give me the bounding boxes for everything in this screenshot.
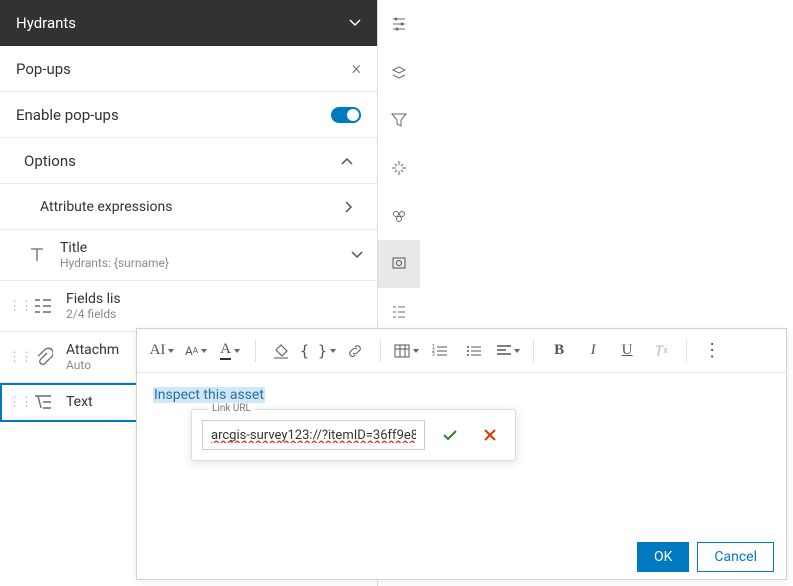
editor-toolbar: AI AA A { } 123 B I U Tx ⋮ bbox=[137, 329, 786, 373]
enable-popups-row: Enable pop-ups bbox=[0, 92, 377, 138]
text-editor-panel: AI AA A { } 123 B I U Tx ⋮ Inspect this … bbox=[136, 328, 787, 580]
divider bbox=[380, 340, 381, 362]
tb-link[interactable] bbox=[340, 336, 370, 366]
title-item[interactable]: Title Hydrants: {surname} bbox=[0, 230, 377, 281]
fields-icon bbox=[30, 297, 56, 315]
tb-strike[interactable]: Tx bbox=[646, 336, 676, 366]
tb-bulletlist[interactable] bbox=[459, 336, 489, 366]
tool-popup-config[interactable] bbox=[378, 240, 420, 288]
tool-sliders[interactable] bbox=[378, 0, 420, 48]
chevron-right-icon bbox=[345, 201, 353, 213]
link-cancel-button[interactable] bbox=[475, 420, 505, 450]
text-content-icon bbox=[30, 393, 56, 411]
tb-align[interactable] bbox=[493, 336, 523, 366]
link-url-input[interactable] bbox=[202, 420, 425, 450]
tool-cluster[interactable] bbox=[378, 192, 420, 240]
fields-item-label: Fields lis bbox=[66, 291, 363, 307]
drag-handle-icon[interactable]: ⋮⋮ bbox=[8, 395, 20, 410]
divider bbox=[686, 340, 687, 362]
tb-fontcolor[interactable]: A bbox=[215, 336, 245, 366]
cancel-button[interactable]: Cancel bbox=[697, 542, 774, 572]
tb-table[interactable] bbox=[391, 336, 421, 366]
drag-handle-icon[interactable]: ⋮⋮ bbox=[8, 350, 20, 365]
drag-handle-icon[interactable]: ⋮⋮ bbox=[8, 299, 20, 314]
title-item-label: Title bbox=[60, 240, 341, 256]
options-label: Options bbox=[24, 152, 76, 170]
fields-item[interactable]: ⋮⋮ Fields lis 2/4 fields bbox=[0, 281, 377, 332]
editor-body[interactable]: Inspect this asset Link URL bbox=[137, 373, 786, 533]
divider bbox=[533, 340, 534, 362]
tb-clearformat[interactable] bbox=[266, 336, 296, 366]
tb-more[interactable]: ⋮ bbox=[697, 336, 727, 366]
layer-header[interactable]: Hydrants bbox=[0, 0, 377, 46]
chevron-down-icon bbox=[351, 251, 363, 259]
attachment-icon bbox=[30, 347, 56, 367]
tb-fields[interactable]: { } bbox=[300, 336, 336, 366]
tool-layer[interactable] bbox=[378, 48, 420, 96]
svg-text:3: 3 bbox=[432, 352, 435, 358]
enable-popups-toggle[interactable] bbox=[331, 107, 361, 123]
layer-name: Hydrants bbox=[16, 14, 76, 32]
ok-button[interactable]: OK bbox=[637, 542, 689, 572]
tb-numlist[interactable]: 123 bbox=[425, 336, 455, 366]
options-row[interactable]: Options bbox=[0, 138, 377, 184]
title-item-sub: Hydrants: {surname} bbox=[60, 256, 341, 270]
link-popover: Link URL bbox=[191, 409, 516, 461]
tb-italic[interactable]: I bbox=[578, 336, 608, 366]
divider bbox=[255, 340, 256, 362]
fields-item-sub: 2/4 fields bbox=[66, 307, 363, 321]
tb-fontsize[interactable]: AA bbox=[181, 336, 211, 366]
enable-popups-label: Enable pop-ups bbox=[16, 106, 119, 124]
link-confirm-button[interactable] bbox=[435, 420, 465, 450]
title-icon bbox=[24, 245, 50, 265]
panel-title: Pop-ups bbox=[16, 60, 71, 78]
tool-filter[interactable] bbox=[378, 96, 420, 144]
close-icon[interactable]: × bbox=[352, 58, 361, 79]
popups-header: Pop-ups × bbox=[0, 46, 377, 92]
tool-sparkle[interactable] bbox=[378, 144, 420, 192]
editor-selected-text: Inspect this asset bbox=[153, 387, 265, 403]
tb-ai[interactable]: AI bbox=[147, 336, 177, 366]
attribute-expressions-row[interactable]: Attribute expressions bbox=[0, 184, 377, 230]
chevron-up-icon bbox=[341, 157, 353, 165]
tb-underline[interactable]: U bbox=[612, 336, 642, 366]
chevron-down-icon bbox=[349, 19, 361, 27]
tb-bold[interactable]: B bbox=[544, 336, 574, 366]
attribute-expressions-label: Attribute expressions bbox=[40, 199, 172, 215]
link-url-label: Link URL bbox=[208, 403, 255, 414]
editor-footer: OK Cancel bbox=[137, 533, 786, 581]
